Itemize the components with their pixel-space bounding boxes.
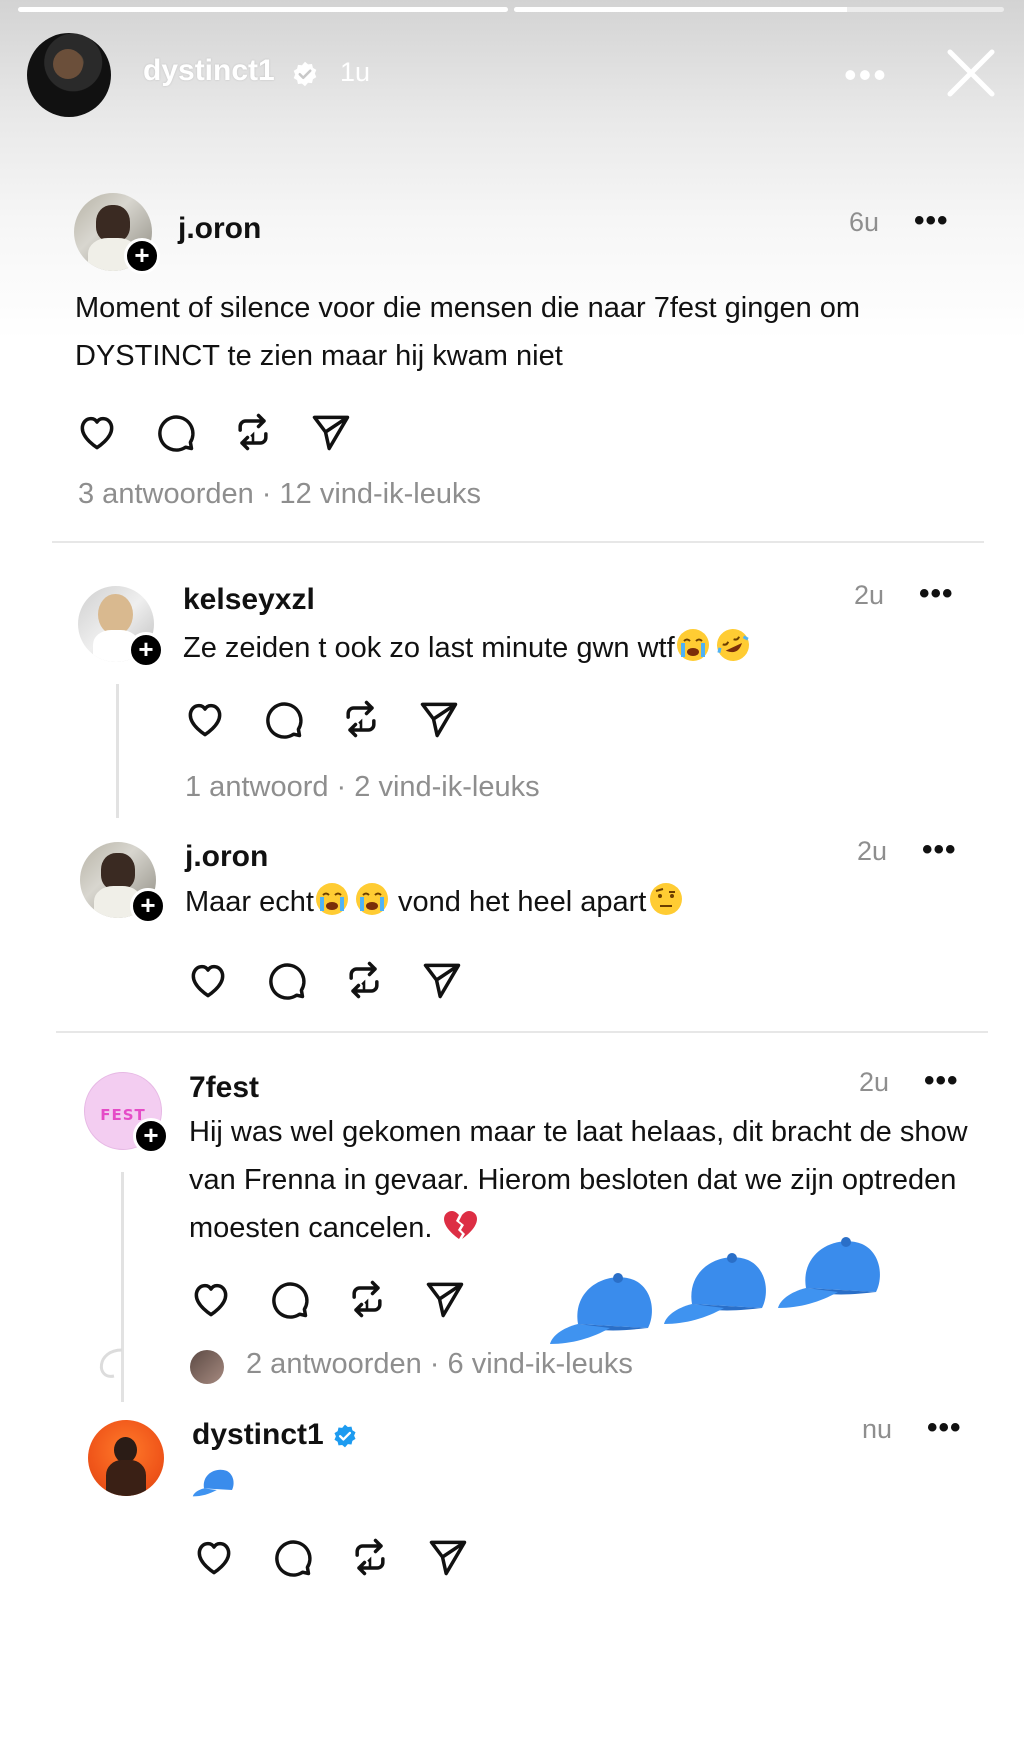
comment-icon[interactable]	[153, 410, 197, 454]
share-icon[interactable]	[426, 1535, 470, 1579]
story-more-icon[interactable]: •••	[844, 54, 888, 96]
repost-icon[interactable]	[231, 410, 275, 454]
close-icon[interactable]	[944, 46, 998, 100]
divider	[52, 541, 984, 543]
broken-heart-icon	[443, 1211, 477, 1239]
reply-avatar[interactable]	[190, 1350, 224, 1384]
story-progress-1	[18, 7, 508, 12]
follow-plus-icon[interactable]: +	[124, 238, 160, 274]
repost-icon[interactable]	[345, 1277, 389, 1321]
heart-icon[interactable]	[186, 958, 230, 1002]
follow-plus-icon[interactable]: +	[133, 1118, 169, 1154]
post-username-text: dystinct1	[192, 1418, 324, 1451]
post-username[interactable]: kelseyxzl	[183, 583, 315, 617]
more-options-icon[interactable]: •••	[922, 833, 957, 867]
divider	[56, 1031, 988, 1033]
rolling-on-floor-laughing-icon	[716, 629, 749, 661]
post-stats[interactable]: 2 antwoorden · 6 vind-ik-leuks	[246, 1348, 633, 1381]
post-text-part-a: Maar echt	[185, 886, 314, 918]
post-username[interactable]: 7fest	[189, 1071, 259, 1105]
billed-cap-sticker	[550, 1273, 652, 1344]
heart-icon[interactable]	[75, 410, 119, 454]
repost-icon[interactable]	[342, 958, 386, 1002]
post-text-content: Hij was wel gekomen maar te laat helaas,…	[189, 1116, 968, 1244]
story-time: 1u	[340, 57, 371, 87]
post-text-part-b: vond het heel apart	[389, 886, 647, 918]
post-time: 2u	[857, 836, 888, 866]
post-time: nu	[862, 1414, 893, 1444]
verified-icon	[293, 61, 317, 87]
post-actions	[189, 1277, 489, 1321]
comment-icon[interactable]	[261, 697, 305, 741]
repost-icon[interactable]	[348, 1535, 392, 1579]
comment-icon[interactable]	[267, 1277, 311, 1321]
face-with-raised-eyebrow-icon	[650, 883, 683, 915]
post-username[interactable]: j.oron	[185, 840, 268, 874]
billed-cap-sticker	[778, 1237, 880, 1308]
post-text-content: Ze zeiden t ook zo last minute gwn wtf	[183, 632, 675, 664]
post-actions	[183, 697, 483, 741]
share-icon[interactable]	[420, 958, 464, 1002]
more-options-icon[interactable]: •••	[919, 577, 954, 611]
more-options-icon[interactable]: •••	[927, 1411, 962, 1445]
more-options-icon[interactable]: •••	[914, 204, 949, 238]
share-icon[interactable]	[423, 1277, 467, 1321]
heart-icon[interactable]	[183, 697, 227, 741]
story-avatar[interactable]	[27, 33, 111, 117]
more-options-icon[interactable]: •••	[924, 1064, 959, 1098]
heart-icon[interactable]	[189, 1277, 233, 1321]
post-actions	[75, 410, 375, 454]
repost-icon[interactable]	[339, 697, 383, 741]
thread-connector-icon	[99, 1348, 123, 1378]
post-actions	[192, 1535, 492, 1579]
post-text: Moment of silence voor die mensen die na…	[75, 292, 861, 372]
story-username[interactable]: dystinct1	[143, 54, 275, 88]
post-time: 2u	[854, 580, 885, 610]
post-username[interactable]: dystinct1	[192, 1418, 358, 1452]
comment-icon[interactable]	[264, 958, 308, 1002]
post-text: Hij was wel gekomen maar te laat helaas,…	[189, 1108, 969, 1252]
share-icon[interactable]	[417, 697, 461, 741]
share-icon[interactable]	[309, 410, 353, 454]
comment-icon[interactable]	[270, 1535, 314, 1579]
post-username[interactable]: j.oron	[178, 212, 261, 246]
loudly-crying-face-icon	[676, 629, 709, 661]
thread-line	[116, 684, 119, 818]
billed-cap-sticker	[664, 1253, 766, 1324]
post-time: 6u	[849, 207, 880, 237]
post-text: Maar echt vond het heel apart	[185, 878, 985, 926]
billed-cap-icon	[192, 1469, 234, 1497]
post-stats[interactable]: 1 antwoord · 2 vind-ik-leuks	[185, 771, 540, 804]
loudly-crying-face-icon	[315, 883, 348, 915]
heart-icon[interactable]	[192, 1535, 236, 1579]
verified-icon	[334, 1424, 356, 1448]
avatar[interactable]	[88, 1420, 164, 1496]
loudly-crying-face-icon	[355, 883, 388, 915]
follow-plus-icon[interactable]: +	[128, 632, 164, 668]
follow-plus-icon[interactable]: +	[130, 888, 166, 924]
story-progress-2	[514, 7, 1004, 12]
post-text: Ze zeiden t ook zo last minute gwn wtf	[183, 624, 983, 672]
post-stats[interactable]: 3 antwoorden · 12 vind-ik-leuks	[78, 478, 481, 511]
post-time: 2u	[859, 1067, 890, 1097]
post-actions	[186, 958, 486, 1002]
